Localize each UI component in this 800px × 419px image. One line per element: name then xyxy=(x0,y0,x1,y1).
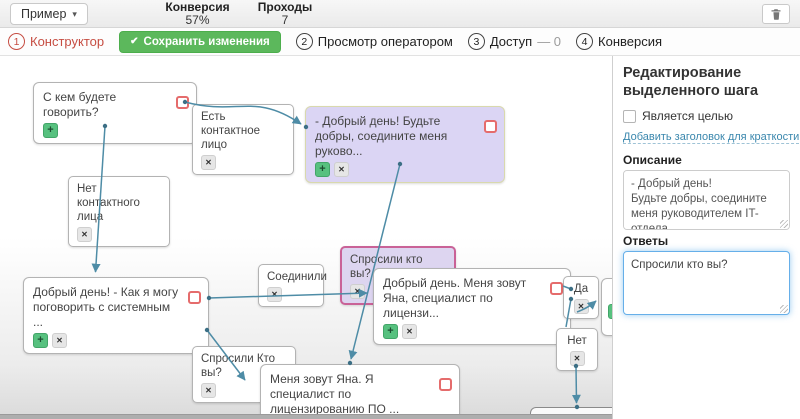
is-goal-checkbox[interactable] xyxy=(623,110,636,123)
node-text: - Добрый день! Будьте добры, соедините м… xyxy=(315,114,478,159)
passes-stat-value: 7 xyxy=(255,14,315,27)
step-3-circle: 3 xyxy=(468,33,485,50)
tab-operator-view-label: Просмотр оператором xyxy=(318,34,453,49)
tab-constructor[interactable]: 1 Конструктор xyxy=(8,33,104,50)
condition-text: Есть контактное лицо xyxy=(201,110,285,152)
is-goal-checkbox-row[interactable]: Является целью xyxy=(623,109,790,123)
save-changes-label: Сохранить изменения xyxy=(144,36,270,48)
flow-condition-no[interactable]: Нет ✕ xyxy=(556,328,598,371)
tab-access-label: Доступ xyxy=(490,34,532,49)
flow-canvas[interactable]: С кем будете говорить? + Есть контактное… xyxy=(0,56,612,419)
description-textarea[interactable]: - Добрый день! Будьте добры, соедините м… xyxy=(623,170,790,230)
flow-node-greeting-sysadmin[interactable]: Добрый день! - Как я могу поговорить с с… xyxy=(23,277,209,354)
flow-node-license-specialist[interactable]: Меня зовут Яна. Я специалист по лицензир… xyxy=(260,364,460,419)
delete-script-button[interactable] xyxy=(762,4,790,24)
step-edit-panel: Редактирование выделенного шага Является… xyxy=(612,56,800,419)
delete-node-icon[interactable]: ✕ xyxy=(77,227,92,242)
chevron-down-icon: ▾ xyxy=(72,9,77,20)
add-branch-icon[interactable]: + xyxy=(608,304,612,319)
main-area: С кем будете говорить? + Есть контактное… xyxy=(0,56,800,419)
goal-checkbox[interactable] xyxy=(176,96,189,109)
flow-node-question-start[interactable]: С кем будете говорить? + xyxy=(33,82,197,144)
condition-text: Соединили xyxy=(267,270,315,284)
trash-icon xyxy=(770,8,782,21)
resize-grip-icon[interactable] xyxy=(780,305,788,313)
step-4-circle: 4 xyxy=(576,33,593,50)
condition-text: Да xyxy=(572,282,590,296)
add-branch-icon[interactable]: + xyxy=(383,324,398,339)
is-goal-label: Является целью xyxy=(642,109,733,123)
flow-node-selected-greeting[interactable]: - Добрый день! Будьте добры, соедините м… xyxy=(305,106,505,183)
passes-stat: Проходы 7 xyxy=(255,1,315,27)
save-changes-button[interactable]: ✔ Сохранить изменения xyxy=(119,31,281,53)
project-dropdown-label: Пример xyxy=(21,7,66,21)
condition-text: Нет контактного лица xyxy=(77,182,161,224)
goal-checkbox[interactable] xyxy=(484,120,497,133)
goal-checkbox[interactable] xyxy=(439,378,452,391)
flow-condition-has-contact[interactable]: Есть контактное лицо ✕ xyxy=(192,104,294,175)
delete-node-icon[interactable]: ✕ xyxy=(350,284,365,299)
node-text: Добрый день. Меня зовут Яна, специалист … xyxy=(383,276,544,321)
add-branch-icon[interactable]: + xyxy=(43,123,58,138)
check-icon: ✔ xyxy=(130,36,138,47)
flow-node-intro-yana[interactable]: Добрый день. Меня зовут Яна, специалист … xyxy=(373,268,571,345)
resize-grip-icon[interactable] xyxy=(780,220,788,228)
delete-node-icon[interactable]: ✕ xyxy=(570,351,585,366)
tab-conversion-label: Конверсия xyxy=(598,34,662,49)
flow-node-clipped-right[interactable]: + xyxy=(601,278,612,336)
steps-toolbar: 1 Конструктор ✔ Сохранить изменения 2 Пр… xyxy=(0,28,800,56)
delete-node-icon[interactable]: ✕ xyxy=(574,299,589,314)
tab-constructor-label: Конструктор xyxy=(30,34,104,49)
delete-node-icon[interactable]: ✕ xyxy=(402,324,417,339)
project-dropdown-button[interactable]: Пример ▾ xyxy=(10,3,88,25)
delete-node-icon[interactable]: ✕ xyxy=(201,383,216,398)
answers-textarea[interactable]: Спросили кто вы? xyxy=(623,251,790,315)
node-text: С кем будете говорить? xyxy=(43,90,170,120)
flow-condition-no-contact[interactable]: Нет контактного лица ✕ xyxy=(68,176,170,247)
node-text: Меня зовут Яна. Я специалист по лицензир… xyxy=(270,372,433,417)
condition-text: Нет xyxy=(565,334,589,348)
answers-label: Ответы xyxy=(623,234,790,248)
panel-title: Редактирование выделенного шага xyxy=(623,64,790,100)
delete-node-icon[interactable]: ✕ xyxy=(52,333,67,348)
tab-conversion[interactable]: 4 Конверсия xyxy=(576,33,662,50)
delete-node-icon[interactable]: ✕ xyxy=(334,162,349,177)
add-branch-icon[interactable]: + xyxy=(33,333,48,348)
flow-condition-yes[interactable]: Да ✕ xyxy=(563,276,599,319)
canvas-bottom-edge xyxy=(0,414,612,419)
step-2-circle: 2 xyxy=(296,33,313,50)
conversion-stat: Конверсия 57% xyxy=(160,1,235,27)
add-title-link[interactable]: Добавить заголовок для краткости xyxy=(623,131,799,144)
conversion-stat-value: 57% xyxy=(160,14,235,27)
add-branch-icon[interactable]: + xyxy=(315,162,330,177)
goal-checkbox[interactable] xyxy=(550,282,563,295)
step-1-circle: 1 xyxy=(8,33,25,50)
description-label: Описание xyxy=(623,153,790,167)
top-header: Пример ▾ Конверсия 57% Проходы 7 xyxy=(0,0,800,28)
flow-condition-connected[interactable]: Соединили ✕ xyxy=(258,264,324,307)
node-text: Добрый день! - Как я могу поговорить с с… xyxy=(33,285,182,330)
delete-node-icon[interactable]: ✕ xyxy=(267,287,282,302)
delete-node-icon[interactable]: ✕ xyxy=(201,155,216,170)
goal-checkbox[interactable] xyxy=(188,291,201,304)
tab-access-count: — 0 xyxy=(537,34,561,49)
tab-operator-view[interactable]: 2 Просмотр оператором xyxy=(296,33,453,50)
tab-access[interactable]: 3 Доступ — 0 xyxy=(468,33,561,50)
